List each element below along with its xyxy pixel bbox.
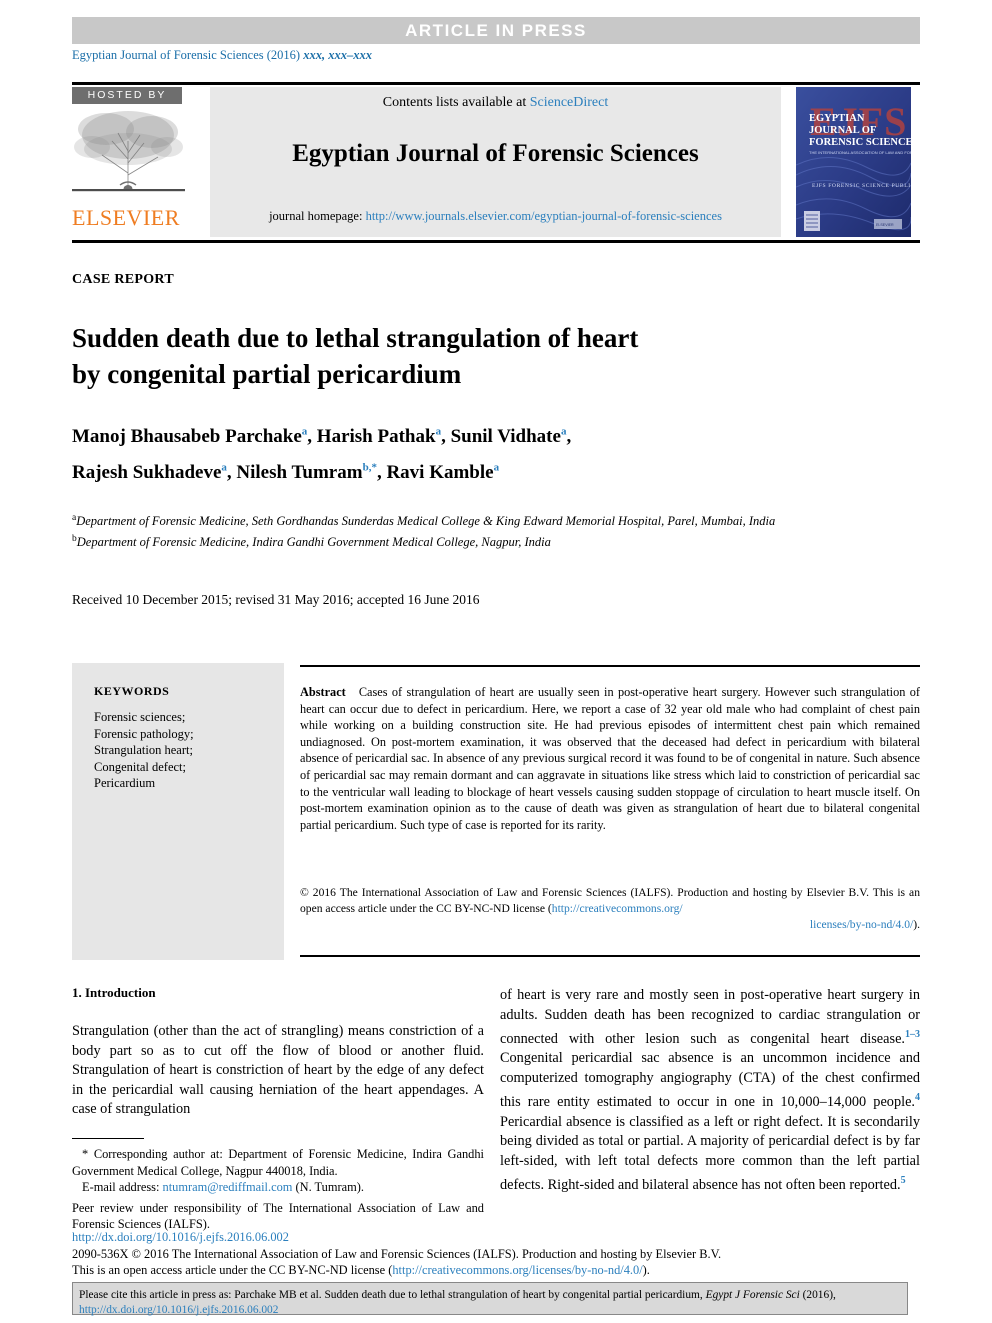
article-in-press-banner: ARTICLE IN PRESS: [72, 17, 920, 44]
cite-doi-link[interactable]: http://dx.doi.org/10.1016/j.ejfs.2016.06…: [79, 1304, 278, 1316]
svg-text:THE INTERNATIONAL ASSOCIATION: THE INTERNATIONAL ASSOCIATION OF LAW AND…: [809, 150, 911, 155]
affiliation-marker: a: [493, 461, 500, 474]
license-link[interactable]: http://creativecommons.org/licenses/by-n…: [392, 1263, 642, 1277]
affiliation-a-text: Department of Forensic Medicine, Seth Go…: [76, 514, 776, 529]
affiliation-b-text: Department of Forensic Medicine, Indira …: [76, 534, 551, 549]
keyword-item: Forensic sciences;: [94, 710, 186, 724]
please-cite-box: Please cite this article in press as: Pa…: [72, 1282, 908, 1316]
article-title-line-2: by congenital partial pericardium: [72, 359, 462, 390]
journal-homepage-line: journal homepage: http://www.journals.el…: [210, 209, 781, 224]
affiliation-list: aDepartment of Forensic Medicine, Seth G…: [72, 510, 872, 551]
body-column-right: of heart is very rare and mostly seen in…: [500, 986, 920, 1195]
peer-review-note: Peer review under responsibility of The …: [72, 1200, 484, 1232]
svg-text:EJFS FORENSIC SCIENCE PUBLISH: EJFS FORENSIC SCIENCE PUBLISHES ARTICLES: [812, 183, 911, 189]
cite-journal-abbrev: Egypt J Forensic Sci: [705, 1289, 800, 1301]
journal-title: Egyptian Journal of Forensic Sciences: [292, 140, 699, 167]
abstract-text: Abstract Cases of strangulation of heart…: [300, 684, 920, 833]
hosted-by-badge: HOSTED BY: [72, 87, 182, 104]
abstract-top-rule: [300, 665, 920, 667]
masthead-center-panel: Contents lists available at ScienceDirec…: [210, 87, 781, 237]
journal-masthead: HOSTED BY ELSEVIER Contents lists availa…: [72, 87, 920, 237]
footnote-block: * Corresponding author at: Department of…: [72, 1146, 484, 1233]
citation-ref[interactable]: 4: [915, 1092, 920, 1103]
homepage-label-text: journal homepage:: [269, 209, 366, 223]
doi-line: http://dx.doi.org/10.1016/j.ejfs.2016.06…: [72, 1229, 920, 1246]
keywords-heading: KEYWORDS: [94, 684, 170, 698]
masthead-bottom-rule: [72, 240, 920, 243]
affiliation-a: aDepartment of Forensic Medicine, Seth G…: [72, 510, 872, 531]
abstract-copyright: © 2016 The International Association of …: [300, 885, 920, 933]
author-line-2: Rajesh Sukhadevea, Nilesh Tumramb,*, Rav…: [72, 461, 500, 483]
cite-year-text: (2016),: [799, 1289, 836, 1301]
abstract-label: Abstract: [300, 685, 346, 699]
hosted-by-block: HOSTED BY ELSEVIER: [72, 87, 199, 237]
journal-cover-block: EJFS EGYPTIAN JOURNAL OF FORENSIC SCIENC…: [786, 87, 920, 237]
footnote-divider: [72, 1138, 144, 1139]
journal-volume-text: xxx, xxx–xxx: [303, 48, 372, 62]
cc-license-tail: licenses/by-no-nd/4.0/).: [300, 917, 920, 933]
keywords-list: Forensic sciences; Forensic pathology; S…: [94, 709, 264, 792]
body-column-left: Strangulation (other than the act of str…: [72, 1023, 484, 1117]
article-history-dates: Received 10 December 2015; revised 31 Ma…: [72, 592, 480, 607]
license-prefix-text: This is an open access article under the…: [72, 1263, 393, 1277]
keyword-item: Forensic pathology;: [94, 726, 194, 741]
elsevier-wordmark: ELSEVIER: [72, 205, 180, 230]
license-suffix-text: ).: [642, 1263, 650, 1277]
corresponding-author-note: * Corresponding author at: Department of…: [72, 1147, 484, 1178]
citation-ref[interactable]: 5: [901, 1175, 906, 1186]
email-label: E-mail address:: [82, 1180, 163, 1194]
affiliation-marker: a: [435, 426, 442, 438]
article-title-line-1: Sudden death due to lethal strangulation…: [72, 323, 639, 354]
keyword-item: Congenital defect;: [94, 759, 186, 774]
license-line: This is an open access article under the…: [72, 1262, 920, 1279]
contents-prefix-text: Contents lists available at: [382, 95, 530, 110]
body-right-part-1: of heart is very rare and mostly seen in…: [500, 987, 920, 1047]
issn-line: 2090-536X © 2016 The International Assoc…: [72, 1246, 722, 1261]
email-link[interactable]: ntumram@rediffmail.com: [163, 1180, 293, 1194]
keywords-panel: [72, 663, 284, 960]
email-suffix: (N. Tumram).: [292, 1180, 365, 1194]
keyword-item: Pericardium: [94, 776, 156, 790]
affiliation-marker: a: [301, 426, 308, 438]
affiliation-marker: a: [221, 461, 227, 474]
svg-text:FORENSIC SCIENCES: FORENSIC SCIENCES: [809, 137, 911, 148]
page-title: Sudden death due to lethal strangulation…: [72, 320, 772, 392]
affiliation-marker: a: [560, 426, 567, 438]
copyright-tail-text: ).: [913, 918, 920, 931]
cite-prefix-text: Please cite this article in press as: Pa…: [79, 1289, 706, 1301]
journal-cover-image: EJFS EGYPTIAN JOURNAL OF FORENSIC SCIENC…: [796, 87, 911, 237]
affiliation-marker: b,*: [362, 461, 377, 474]
journal-volume-line: Egyptian Journal of Forensic Sciences (2…: [72, 48, 372, 63]
email-note: E-mail address: ntumram@rediffmail.com (…: [72, 1179, 484, 1196]
author-line-1: Manoj Bhausabeb Parchakea, Harish Pathak…: [72, 426, 572, 448]
svg-text:JOURNAL OF: JOURNAL OF: [809, 125, 876, 136]
affiliation-b: bDepartment of Forensic Medicine, Indira…: [72, 531, 872, 552]
cc-license-link-part1[interactable]: http://creativecommons.org/: [552, 902, 683, 915]
cc-license-link-part2[interactable]: licenses/by-no-nd/4.0/: [810, 918, 913, 931]
body-right-part-2: Congenital pericardial sac absence is an…: [500, 1050, 920, 1111]
contents-available-line: Contents lists available at ScienceDirec…: [210, 87, 781, 111]
citation-ref[interactable]: 1–3: [905, 1029, 920, 1040]
article-page: ARTICLE IN PRESS Egyptian Journal of For…: [0, 0, 992, 1323]
svg-text:EGYPTIAN: EGYPTIAN: [809, 113, 865, 124]
sciencedirect-link[interactable]: ScienceDirect: [530, 95, 609, 110]
masthead-top-rule: [72, 82, 920, 85]
journal-name-text: Egyptian Journal of Forensic Sciences (2…: [72, 48, 301, 62]
section-heading-introduction: 1. Introduction: [72, 985, 156, 1000]
article-type-label: CASE REPORT: [72, 272, 174, 287]
body-right-part-3: Pericardial absence is classified as a l…: [500, 1113, 920, 1193]
keyword-item: Strangulation heart;: [94, 743, 193, 757]
abstract-bottom-rule: [300, 955, 920, 957]
abstract-body: Cases of strangulation of heart are usua…: [300, 685, 920, 832]
doi-license-block: http://dx.doi.org/10.1016/j.ejfs.2016.06…: [72, 1229, 920, 1279]
svg-text:ELSEVIER: ELSEVIER: [876, 223, 894, 227]
author-list: Manoj Bhausabeb Parchakea, Harish Pathak…: [72, 417, 862, 488]
doi-link[interactable]: http://dx.doi.org/10.1016/j.ejfs.2016.06…: [72, 1230, 289, 1244]
elsevier-tree-icon: [72, 111, 185, 192]
journal-homepage-link[interactable]: http://www.journals.elsevier.com/egyptia…: [366, 209, 722, 223]
